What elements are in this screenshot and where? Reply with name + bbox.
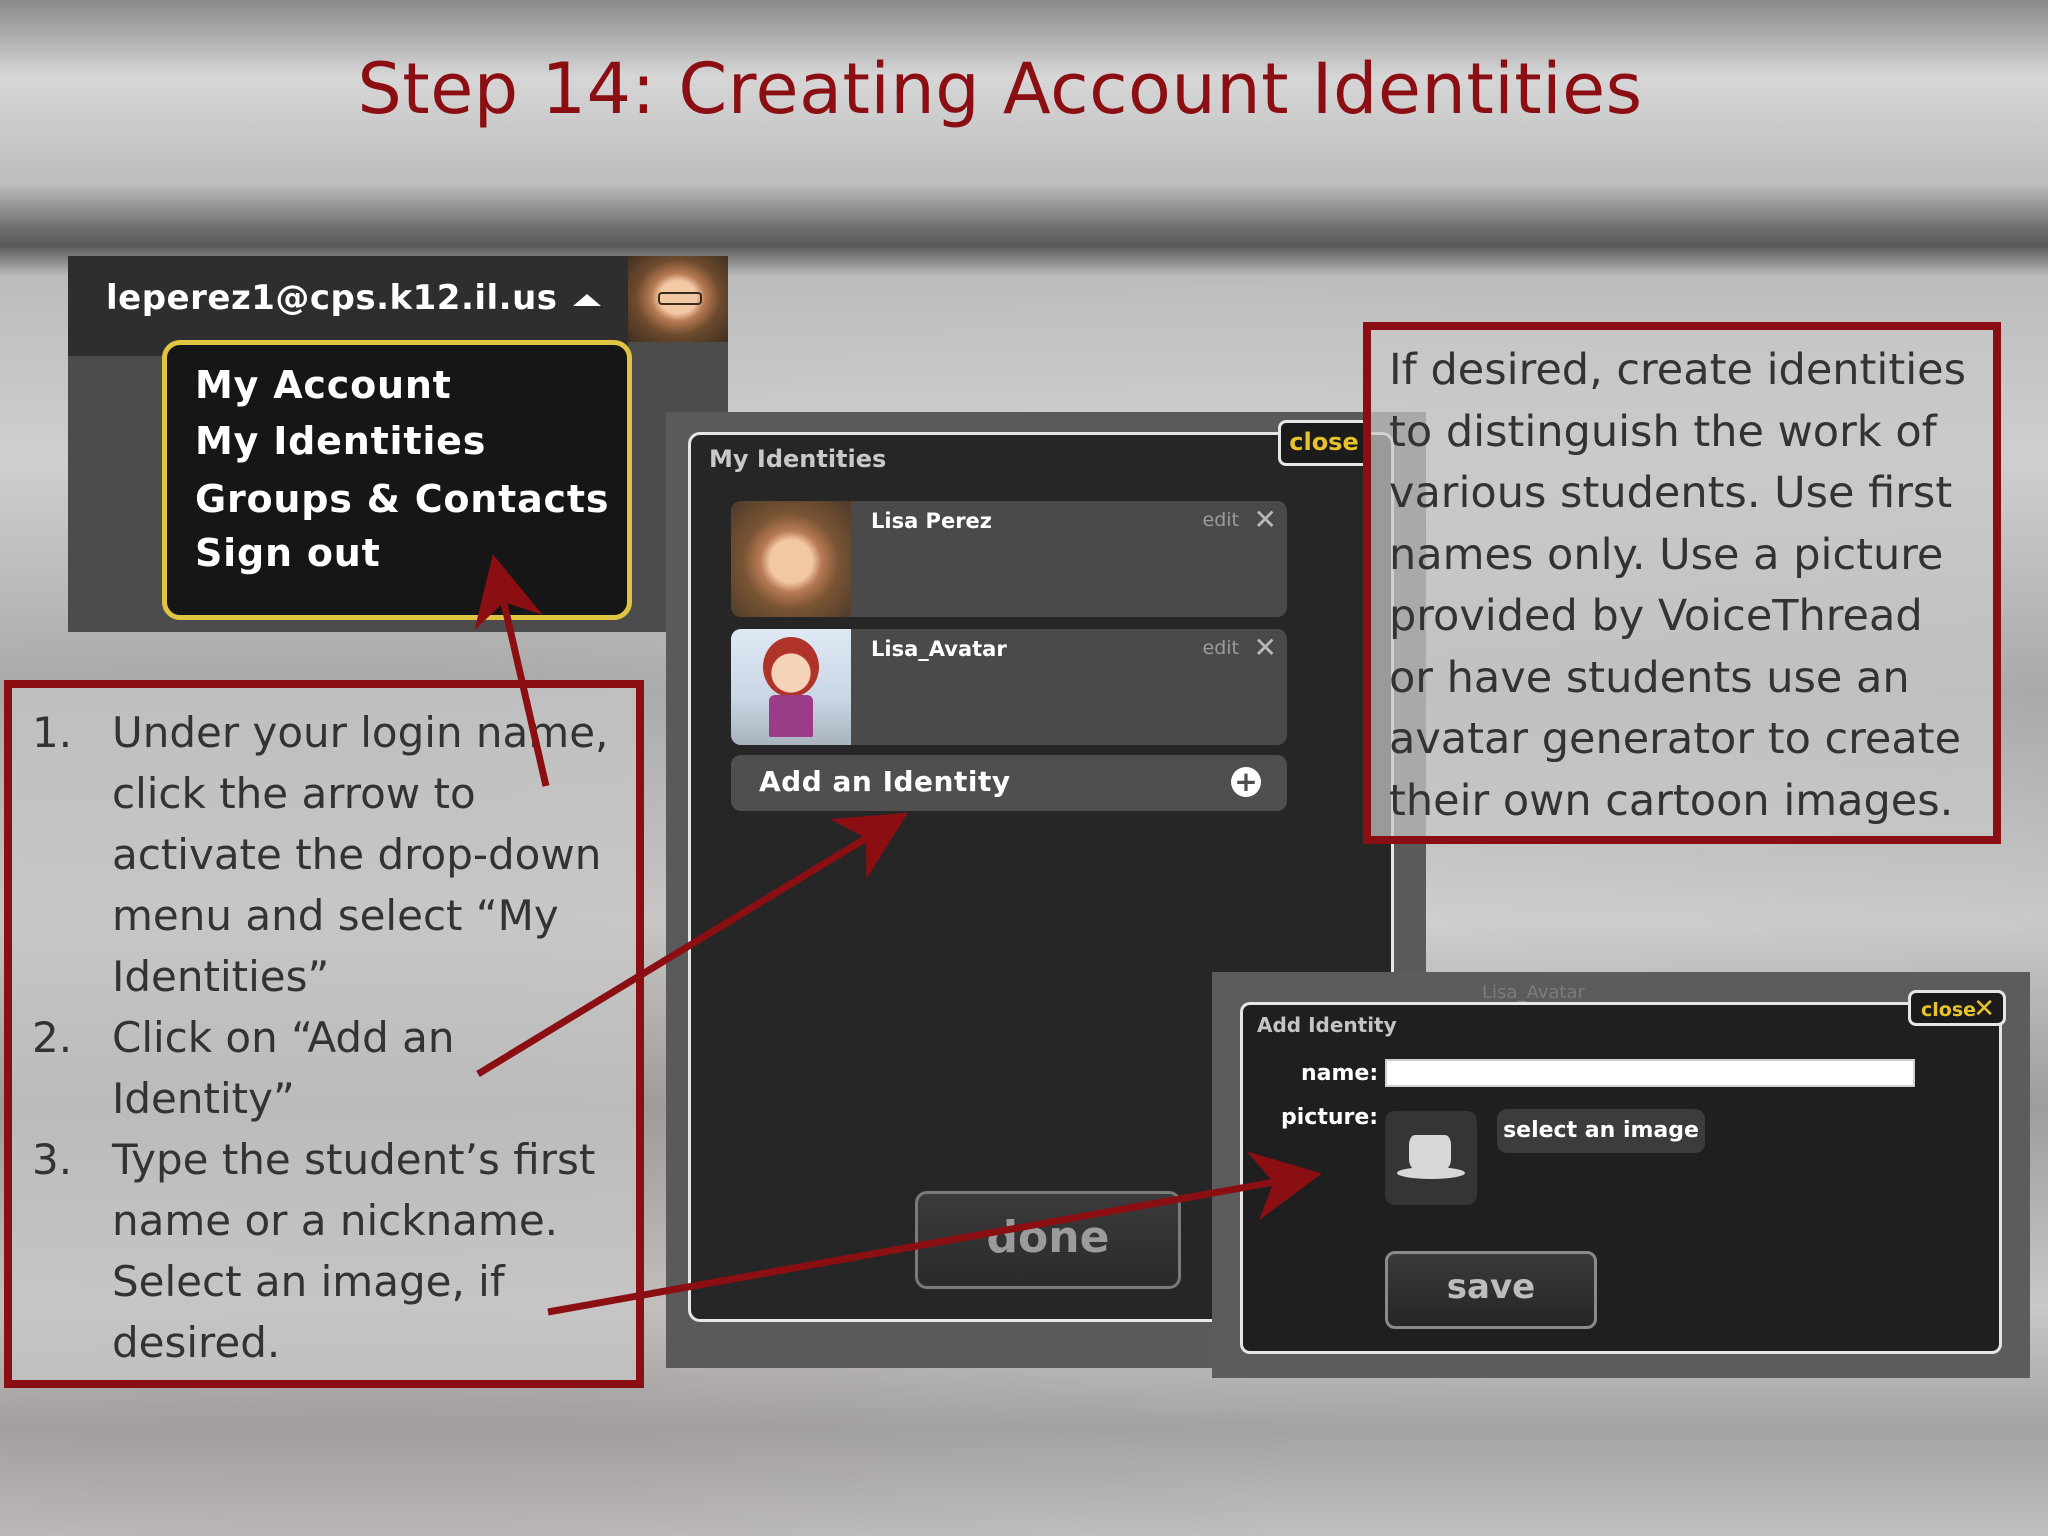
annotation-arrows	[474, 554, 1322, 1316]
arrow-to-name-field	[547, 1151, 1322, 1316]
arrow-to-my-identities	[474, 554, 550, 787]
arrow-to-add-identity	[476, 812, 908, 1077]
